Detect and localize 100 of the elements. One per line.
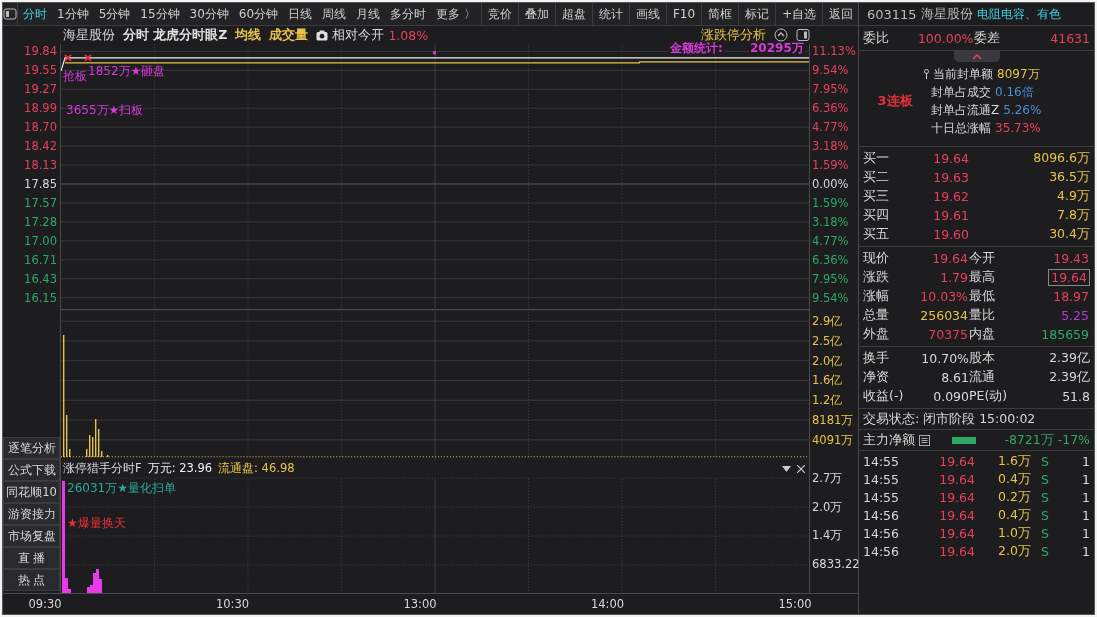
quote-value: 70375: [927, 327, 969, 342]
trade-status: 交易状态: 闭市阶段 15:00:02: [863, 410, 1036, 428]
tick-side: S: [1040, 543, 1050, 559]
bid-label: 买一: [863, 150, 890, 167]
stock-name: 海星股份: [62, 26, 115, 44]
toolbar-button[interactable]: 超盘: [554, 3, 592, 25]
period-tab[interactable]: 1分钟: [52, 3, 94, 25]
dropdown-icon: [782, 465, 791, 472]
toolbar-button[interactable]: 竞价: [480, 3, 518, 25]
more-menu[interactable]: 更多 〉: [431, 3, 481, 25]
period-tab[interactable]: 周线: [317, 3, 352, 25]
axis-label: 17.00: [23, 234, 57, 248]
toolbar-button[interactable]: 简框: [701, 3, 739, 25]
axis-label: 17.57: [23, 196, 57, 210]
quote-label: 外盘: [863, 326, 890, 343]
stat-label: 收益(-): [863, 388, 905, 405]
axis-label: 3.18%: [812, 139, 850, 153]
quote-label: 现价: [863, 250, 890, 267]
seal-label: 封单占流通Z: [931, 101, 1000, 119]
period-tab[interactable]: 分时: [18, 3, 52, 25]
open-label: 相对今开: [332, 26, 385, 44]
toolbar-button[interactable]: 画线: [628, 3, 666, 25]
tick-count: 1: [1081, 471, 1090, 487]
stock-code: 603115: [867, 6, 917, 22]
period-tab[interactable]: 日线: [283, 3, 318, 25]
bid-volume: 36.5万: [1048, 169, 1090, 186]
axis-label: 6.36%: [812, 101, 850, 115]
tick-side: S: [1040, 489, 1050, 505]
panel-toggle-icon: [796, 28, 810, 42]
axis-label: 4.77%: [812, 234, 850, 248]
bid-price: 19.60: [932, 227, 969, 242]
axis-label: 7.95%: [812, 82, 850, 96]
indicator-annotation: 26031万★量化扫单: [67, 480, 176, 497]
stat-value: 2.39亿: [1048, 350, 1090, 367]
indicator-label: 流通盘: 46.98: [218, 461, 295, 476]
toolbar-button[interactable]: 叠加: [517, 3, 555, 25]
bid-label: 买三: [863, 188, 890, 205]
period-tab[interactable]: 月线: [351, 3, 386, 25]
quote-label: 内盘: [969, 326, 996, 343]
sector-tag[interactable]: 电阻电容、有色: [976, 5, 1061, 23]
camera-icon: [316, 29, 329, 41]
tick-price: 19.64: [938, 507, 975, 523]
side-button[interactable]: 直 播: [3, 547, 60, 569]
chart-label: 均线: [235, 26, 262, 44]
side-button[interactable]: 市场复盘: [3, 525, 60, 547]
list-icon: [919, 434, 930, 446]
quote-label: 涨幅: [863, 288, 890, 305]
toolbar-button[interactable]: 标记: [738, 3, 776, 25]
axis-label: 9.54%: [812, 63, 850, 77]
period-tab[interactable]: 5分钟: [93, 3, 136, 25]
collapse-button[interactable]: [953, 51, 1000, 62]
stat-value: 2.39亿: [1048, 369, 1090, 386]
chart-annotation: 抢板: [63, 68, 87, 85]
order-ratio-text: 委差: [973, 29, 1001, 47]
axis-label: 1.6亿: [812, 373, 844, 388]
tick-price: 19.64: [938, 543, 975, 559]
tick-side: S: [1040, 453, 1050, 469]
side-button[interactable]: 同花顺10: [3, 481, 60, 503]
time-label: 14:00: [589, 597, 626, 611]
side-button[interactable]: 热 点: [3, 569, 60, 591]
toolbar-button[interactable]: F10: [665, 3, 702, 25]
chart-annotation: 20295万: [749, 42, 805, 55]
quote-label: 最低: [969, 288, 996, 305]
axis-label: 8181万: [812, 413, 855, 428]
period-tab[interactable]: 15分钟: [135, 3, 185, 25]
axis-label: 0.00%: [812, 177, 850, 191]
seal-value: 8097万: [997, 65, 1040, 83]
quote-value: 185659: [1040, 327, 1090, 342]
axis-label: 2.0万: [812, 499, 844, 514]
quote-label: 今开: [969, 250, 996, 267]
period-tab[interactable]: 多分时: [385, 3, 432, 25]
bid-volume: 8096.6万: [1032, 150, 1090, 167]
tick-time: 14:56: [863, 543, 901, 559]
tick-volume: 1.6万: [997, 452, 1031, 470]
axis-label: 16.71: [23, 253, 57, 267]
toolbar-button[interactable]: +自选: [775, 3, 823, 25]
tick-volume: 1.0万: [997, 524, 1031, 542]
streak-label: 3连板: [876, 92, 914, 110]
close-icon: [797, 464, 805, 473]
tick-volume: 0.4万: [997, 470, 1031, 488]
side-button[interactable]: 游资接力: [3, 503, 60, 525]
toolbar-button[interactable]: 返回: [822, 3, 860, 25]
toolbar-button[interactable]: 统计: [591, 3, 629, 25]
bid-label: 买四: [863, 207, 890, 224]
side-button[interactable]: 逐笔分析: [3, 437, 60, 459]
period-tab[interactable]: 60分钟: [233, 3, 284, 25]
quote-value: 1.79: [939, 270, 969, 285]
axis-label: 16.15: [23, 291, 57, 305]
stat-label: 股本: [969, 350, 996, 367]
indicator-annotation: ★爆量换天: [67, 515, 126, 532]
side-button[interactable]: 公式下载: [3, 459, 60, 481]
axis-label: 16.43: [23, 272, 57, 286]
period-tab[interactable]: 30分钟: [184, 3, 234, 25]
stat-label: 流通: [969, 369, 996, 386]
tick-price: 19.64: [938, 489, 975, 505]
seal-label: 十日总涨幅: [931, 119, 991, 137]
quote-value: 10.03%: [919, 289, 969, 304]
stat-value: 0.090: [932, 389, 969, 404]
panel-toggle-icon: [3, 8, 17, 20]
order-ratio-text: 委比: [863, 29, 890, 47]
